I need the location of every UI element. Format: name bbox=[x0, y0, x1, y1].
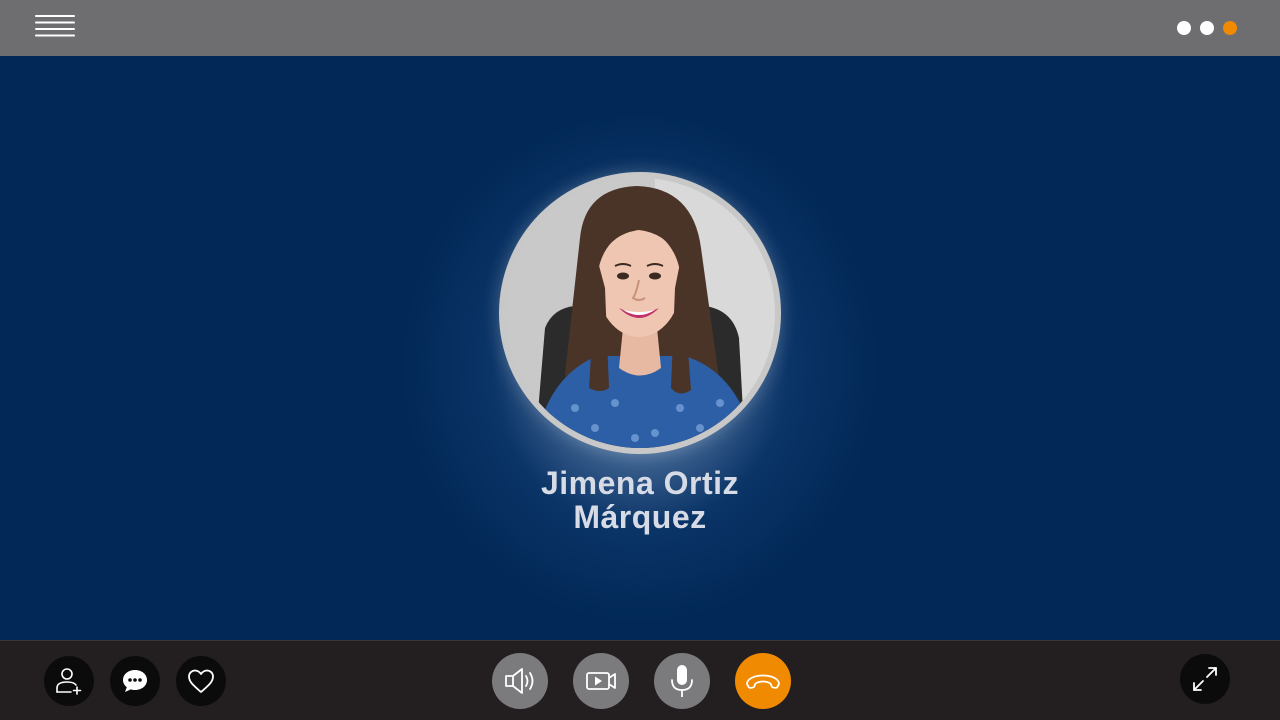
contact-name: Jimena Ortiz Márquez bbox=[440, 466, 840, 534]
chat-button[interactable] bbox=[110, 656, 160, 706]
hang-up-phone-icon bbox=[746, 674, 780, 689]
microphone-button[interactable] bbox=[654, 653, 710, 709]
speaker-icon bbox=[505, 668, 534, 694]
add-contact-button[interactable] bbox=[44, 656, 94, 706]
contact-photo bbox=[505, 178, 775, 448]
top-bar bbox=[0, 0, 1280, 56]
hamburger-icon bbox=[35, 15, 75, 37]
video-call-screen: Jimena Ortiz Márquez bbox=[0, 0, 1280, 720]
contact-avatar bbox=[499, 172, 781, 454]
contact-name-line-1: Jimena Ortiz bbox=[540, 465, 740, 501]
call-stage: Jimena Ortiz Márquez bbox=[0, 56, 1280, 640]
contact-name-line-2: Márquez bbox=[573, 499, 707, 535]
video-camera-icon bbox=[586, 672, 616, 690]
speaker-button[interactable] bbox=[492, 653, 548, 709]
page-indicator bbox=[1177, 21, 1237, 35]
heart-icon bbox=[188, 669, 214, 693]
video-button[interactable] bbox=[573, 653, 629, 709]
favorite-button[interactable] bbox=[176, 656, 226, 706]
bottom-toolbar bbox=[0, 640, 1280, 720]
page-dot-2[interactable] bbox=[1200, 21, 1214, 35]
page-dot-1[interactable] bbox=[1177, 21, 1191, 35]
end-call-button[interactable] bbox=[735, 653, 791, 709]
expand-icon bbox=[1193, 667, 1217, 691]
microphone-icon bbox=[671, 665, 693, 697]
page-dot-3-active[interactable] bbox=[1223, 21, 1237, 35]
menu-button[interactable] bbox=[34, 13, 76, 43]
fullscreen-button[interactable] bbox=[1180, 654, 1230, 704]
add-contact-icon bbox=[56, 668, 82, 695]
chat-bubble-icon bbox=[123, 670, 147, 692]
